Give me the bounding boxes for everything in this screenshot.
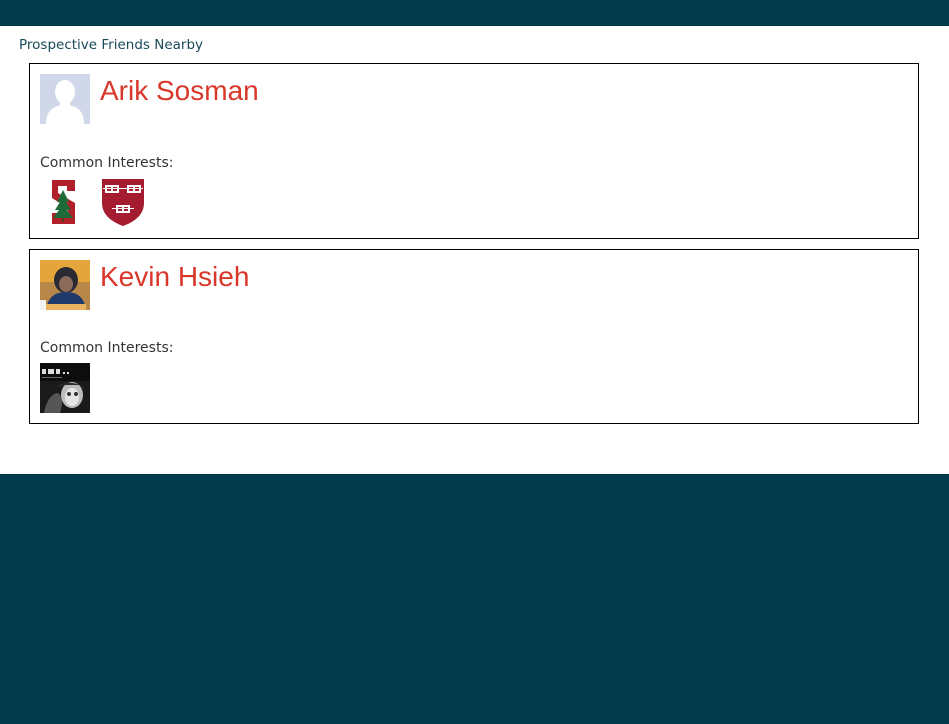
friend-card: Arik Sosman Common Interests: [29,63,919,239]
stanford-logo-icon[interactable] [40,177,90,227]
friend-name-link[interactable]: Arik Sosman [100,74,259,108]
friend-avatar[interactable] [40,260,90,310]
interests-list [40,177,148,227]
friend-card: Kevin Hsieh Common Interests: [29,249,919,424]
harvard-shield-icon[interactable] [98,177,148,227]
main-content: Prospective Friends Nearby Arik Sosman C… [0,26,949,474]
common-interests-label: Common Interests: [40,340,174,356]
top-bar [0,0,949,26]
common-interests-label: Common Interests: [40,155,174,171]
section-title: Prospective Friends Nearby [19,37,204,53]
friend-name-link[interactable]: Kevin Hsieh [100,260,249,294]
interests-list [40,363,90,413]
profile-photo-icon [40,260,90,310]
friend-avatar[interactable] [40,74,90,124]
default-avatar-icon [40,74,90,124]
group-photo-icon[interactable] [40,363,90,413]
